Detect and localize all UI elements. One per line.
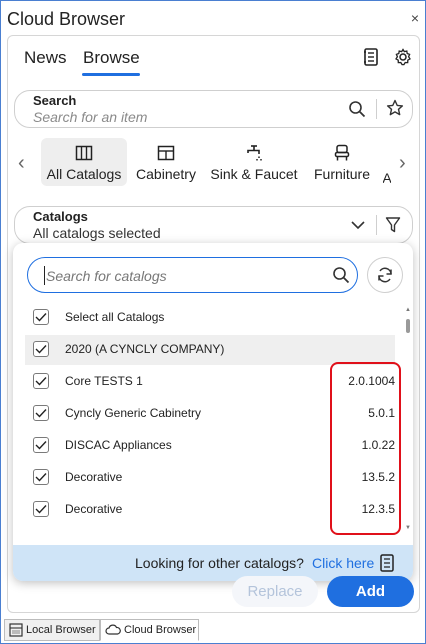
filter-icon[interactable]: [385, 216, 401, 239]
check-icon: [35, 505, 47, 514]
version-highlight-box: [330, 362, 401, 535]
add-button[interactable]: Add: [327, 576, 414, 607]
title-bar: Cloud Browser ×: [1, 1, 425, 37]
search-placeholder: Search for an item: [33, 109, 148, 125]
list-item-label: 2020 (A CYNCLY COMPANY): [65, 342, 225, 356]
tab-browse[interactable]: Browse: [83, 48, 140, 68]
chevron-left-icon[interactable]: ‹: [18, 152, 25, 175]
check-icon: [35, 473, 47, 482]
list-item-label: DISCAC Appliances: [65, 438, 172, 452]
category-all-catalogs[interactable]: All Catalogs: [41, 138, 127, 186]
tab-cloud-browser[interactable]: Cloud Browser: [100, 619, 199, 641]
cabinet-icon: [157, 144, 175, 162]
category-label: Sink & Faucet: [210, 166, 298, 182]
checkbox[interactable]: [33, 469, 49, 485]
category-label: A: [383, 170, 391, 186]
window-title: Cloud Browser: [7, 9, 126, 29]
catalogs-value: All catalogs selected: [33, 225, 161, 241]
local-browser-icon: [9, 623, 23, 637]
category-strip: ‹ All Catalogs Cabinetry Sink & Faucet F…: [8, 138, 419, 190]
list-item-label: Decorative: [65, 470, 123, 484]
checkbox[interactable]: [33, 437, 49, 453]
scroll-down-icon[interactable]: ▼: [405, 525, 411, 531]
check-icon: [35, 409, 47, 418]
check-icon: [35, 377, 47, 386]
refresh-icon: [378, 267, 392, 283]
catalog-list-icon[interactable]: [379, 554, 395, 577]
checkbox[interactable]: [33, 309, 49, 325]
click-here-link[interactable]: Click here: [312, 555, 374, 571]
check-icon: [35, 345, 47, 354]
faucet-icon: [246, 144, 262, 162]
tab-news[interactable]: News: [24, 48, 67, 68]
list-item-label: Cyncly Generic Cabinetry: [65, 406, 202, 420]
catalogs-select[interactable]: Catalogs All catalogs selected: [14, 206, 413, 244]
check-icon: [35, 313, 47, 322]
category-label: Furniture: [313, 166, 371, 182]
catalog-search-input[interactable]: Search for catalogs: [27, 257, 358, 293]
chevron-right-icon[interactable]: ›: [399, 152, 406, 175]
list-item-select-all[interactable]: Select all Catalogs: [25, 303, 395, 333]
close-icon[interactable]: ×: [411, 10, 419, 26]
search-label: Search: [33, 93, 77, 108]
category-partial[interactable]: A: [383, 138, 391, 186]
category-label: All Catalogs: [46, 166, 122, 182]
checkbox[interactable]: [33, 501, 49, 517]
search-field[interactable]: Search Search for an item: [14, 90, 413, 128]
divider: [376, 215, 377, 235]
checkbox[interactable]: [33, 341, 49, 357]
scroll-thumb[interactable]: [406, 319, 410, 333]
check-icon: [35, 441, 47, 450]
refresh-button[interactable]: [367, 257, 403, 293]
scrollbar[interactable]: ▲ ▼: [405, 307, 411, 537]
category-furniture[interactable]: Furniture: [308, 138, 376, 186]
chair-icon: [334, 144, 350, 162]
chevron-down-icon[interactable]: [350, 218, 366, 236]
category-cabinetry[interactable]: Cabinetry: [132, 138, 200, 186]
columns-icon: [75, 144, 93, 162]
list-item-label: Select all Catalogs: [65, 310, 165, 324]
tab-label: Local Browser: [26, 624, 96, 636]
search-icon[interactable]: [348, 100, 366, 123]
text-caret: [44, 266, 45, 285]
divider: [376, 99, 377, 119]
cloud-icon: [105, 624, 121, 635]
catalog-list-icon[interactable]: [360, 46, 382, 68]
checkbox[interactable]: [33, 405, 49, 421]
search-icon[interactable]: [332, 266, 350, 289]
cloud-browser-window: Cloud Browser × News Browse Search Searc…: [0, 0, 426, 644]
gear-icon[interactable]: [392, 46, 414, 68]
active-tab-indicator: [82, 73, 140, 76]
scroll-up-icon[interactable]: ▲: [405, 307, 411, 313]
replace-button[interactable]: Replace: [232, 576, 318, 607]
footer-text: Looking for other catalogs?: [135, 555, 304, 571]
list-item-label: Core TESTS 1: [65, 374, 143, 388]
category-label: Cabinetry: [136, 166, 196, 182]
catalog-search-placeholder: Search for catalogs: [46, 268, 167, 284]
list-item[interactable]: 2020 (A CYNCLY COMPANY): [25, 335, 395, 365]
tab-local-browser[interactable]: Local Browser: [4, 619, 100, 641]
category-sink-faucet[interactable]: Sink & Faucet: [206, 138, 302, 186]
tab-label: Cloud Browser: [124, 624, 197, 636]
checkbox[interactable]: [33, 373, 49, 389]
list-item-label: Decorative: [65, 502, 123, 516]
catalogs-label: Catalogs: [33, 209, 88, 224]
favorite-star-icon[interactable]: [386, 99, 404, 122]
